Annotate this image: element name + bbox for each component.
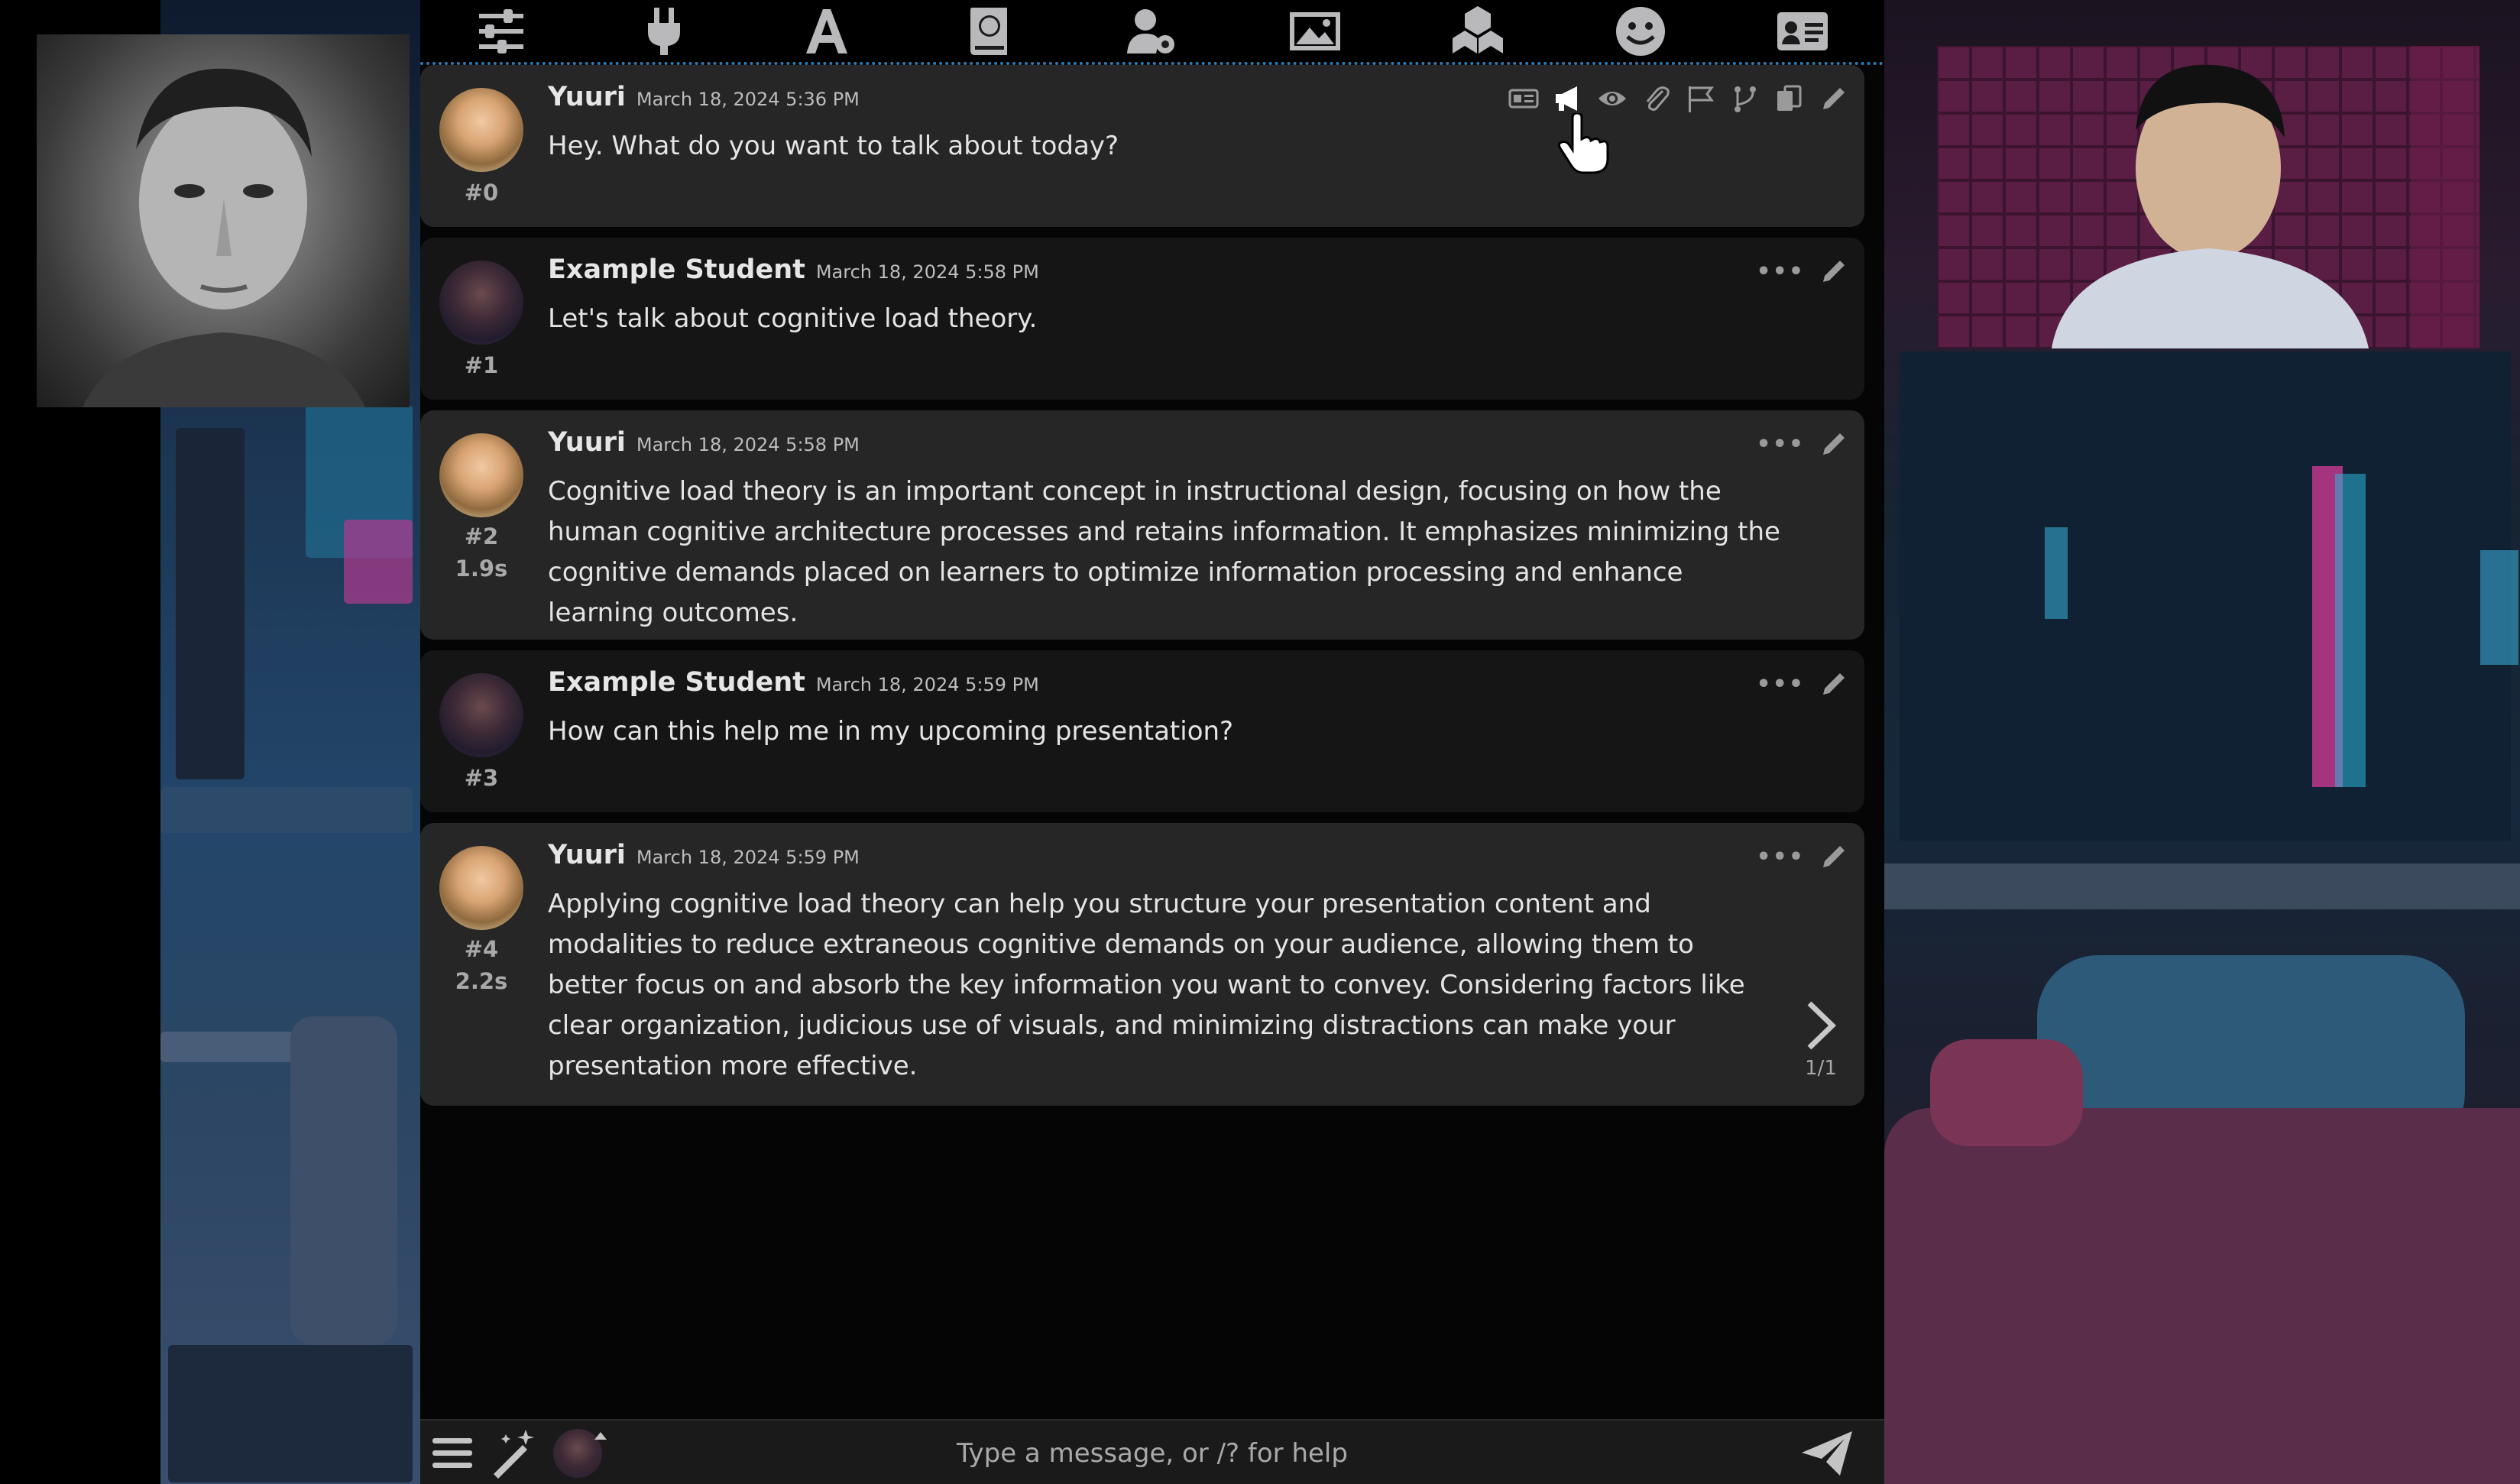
id-card-icon[interactable] (1508, 83, 1539, 114)
pencil-icon[interactable] (1819, 429, 1849, 459)
message-timestamp: March 18, 2024 5:59 PM (636, 847, 860, 868)
cubes-icon[interactable] (1449, 2, 1507, 60)
author-name: Yuuri (548, 427, 626, 458)
swipe-counter: 1/1 (1805, 1057, 1837, 1080)
image-icon[interactable] (1286, 2, 1344, 60)
pencil-icon[interactable] (1819, 669, 1849, 699)
message-input[interactable] (573, 1428, 1731, 1479)
sliders-icon[interactable] (472, 2, 530, 60)
swipe-control: 1/1 (1800, 999, 1841, 1080)
pencil-icon[interactable] (1819, 841, 1849, 872)
message-0: #0 Yuuri March 18, 2024 5:36 PM Hey. What… (420, 65, 1864, 227)
message-2: #2 1.9s Yuuri March 18, 2024 5:58 PM Cogn… (420, 410, 1864, 640)
message-actions: ••• (1756, 429, 1849, 459)
message-4: #4 2.2s Yuuri March 18, 2024 5:59 PM Appl… (420, 823, 1864, 1106)
message-timestamp: March 18, 2024 5:58 PM (815, 261, 1039, 283)
avatar[interactable] (439, 846, 523, 930)
message-text: Let's talk about cognitive load theory. (548, 303, 1038, 334)
font-a-icon[interactable] (798, 2, 856, 60)
message-timer: 2.2s (455, 968, 508, 994)
flag-icon[interactable] (1686, 83, 1716, 114)
message-timestamp: March 18, 2024 5:59 PM (815, 674, 1039, 695)
message-text: Applying cognitive load theory can help … (548, 889, 1745, 1081)
user-gear-icon[interactable] (1123, 2, 1181, 60)
message-3: #3 Example Student March 18, 2024 5:59 PM… (420, 650, 1864, 812)
copy-icon[interactable] (1774, 83, 1805, 114)
avatar[interactable] (439, 261, 523, 345)
send-icon[interactable] (1800, 1430, 1854, 1477)
avatar[interactable] (439, 88, 523, 172)
message-actions: ••• (1756, 841, 1849, 872)
message-id: #0 (464, 180, 499, 206)
message-text: Cognitive load theory is an important co… (548, 476, 1780, 628)
smiley-icon[interactable] (1611, 2, 1670, 60)
message-author: Yuuri March 18, 2024 5:36 PM (548, 82, 860, 112)
pencil-icon[interactable] (1819, 83, 1849, 114)
pencil-icon[interactable] (1819, 256, 1849, 287)
portrait-image (83, 68, 365, 407)
message-input-bar (420, 1419, 1884, 1484)
screen: #0 Yuuri March 18, 2024 5:36 PM Hey. What… (0, 0, 2520, 1484)
message-id: #4 (464, 936, 499, 962)
webcam-image (1937, 46, 2480, 348)
message-id: #2 (464, 523, 499, 549)
ellipsis-icon[interactable]: ••• (1756, 671, 1805, 698)
ellipsis-icon[interactable]: ••• (1756, 431, 1805, 458)
plug-icon[interactable] (635, 2, 693, 60)
webcam-right (1937, 46, 2480, 348)
message-author: Example Student March 18, 2024 5:59 PM (548, 667, 1039, 698)
avatar[interactable] (439, 433, 523, 517)
chat-log: #0 Yuuri March 18, 2024 5:36 PM Hey. What… (420, 65, 1884, 1419)
top-toolbar (420, 0, 1884, 65)
message-text: How can this help me in my upcoming pres… (548, 716, 1234, 747)
eye-icon[interactable] (1597, 83, 1628, 114)
message-timestamp: March 18, 2024 5:36 PM (636, 89, 860, 110)
webcam-left (37, 34, 410, 407)
magic-wand-icon[interactable] (489, 1428, 539, 1479)
author-name: Yuuri (548, 840, 626, 870)
message-actions (1508, 83, 1849, 114)
id-card-icon[interactable] (1773, 2, 1832, 60)
author-name: Example Student (548, 667, 805, 698)
ellipsis-icon[interactable]: ••• (1756, 258, 1805, 285)
branch-icon[interactable] (1730, 83, 1760, 114)
message-timer: 1.9s (455, 556, 508, 582)
avatar[interactable] (439, 673, 523, 757)
hand-cursor-icon (1557, 112, 1612, 177)
message-author: Example Student March 18, 2024 5:58 PM (548, 254, 1039, 285)
ellipsis-icon[interactable]: ••• (1756, 844, 1805, 870)
message-author: Yuuri March 18, 2024 5:58 PM (548, 427, 860, 458)
message-timestamp: March 18, 2024 5:58 PM (636, 434, 860, 455)
message-id: #3 (464, 765, 499, 791)
message-id: #1 (464, 352, 499, 378)
megaphone-icon[interactable] (1553, 83, 1583, 114)
message-1: #1 Example Student March 18, 2024 5:58 PM… (420, 238, 1864, 400)
author-name: Yuuri (548, 82, 626, 112)
author-name: Example Student (548, 254, 805, 285)
message-actions: ••• (1756, 669, 1849, 699)
paperclip-icon[interactable] (1641, 83, 1672, 114)
hamburger-menu-icon[interactable] (429, 1431, 475, 1476)
book-globe-icon[interactable] (960, 2, 1019, 60)
message-author: Yuuri March 18, 2024 5:59 PM (548, 840, 860, 870)
message-actions: ••• (1756, 256, 1849, 287)
chevron-right-icon[interactable] (1800, 999, 1841, 1052)
